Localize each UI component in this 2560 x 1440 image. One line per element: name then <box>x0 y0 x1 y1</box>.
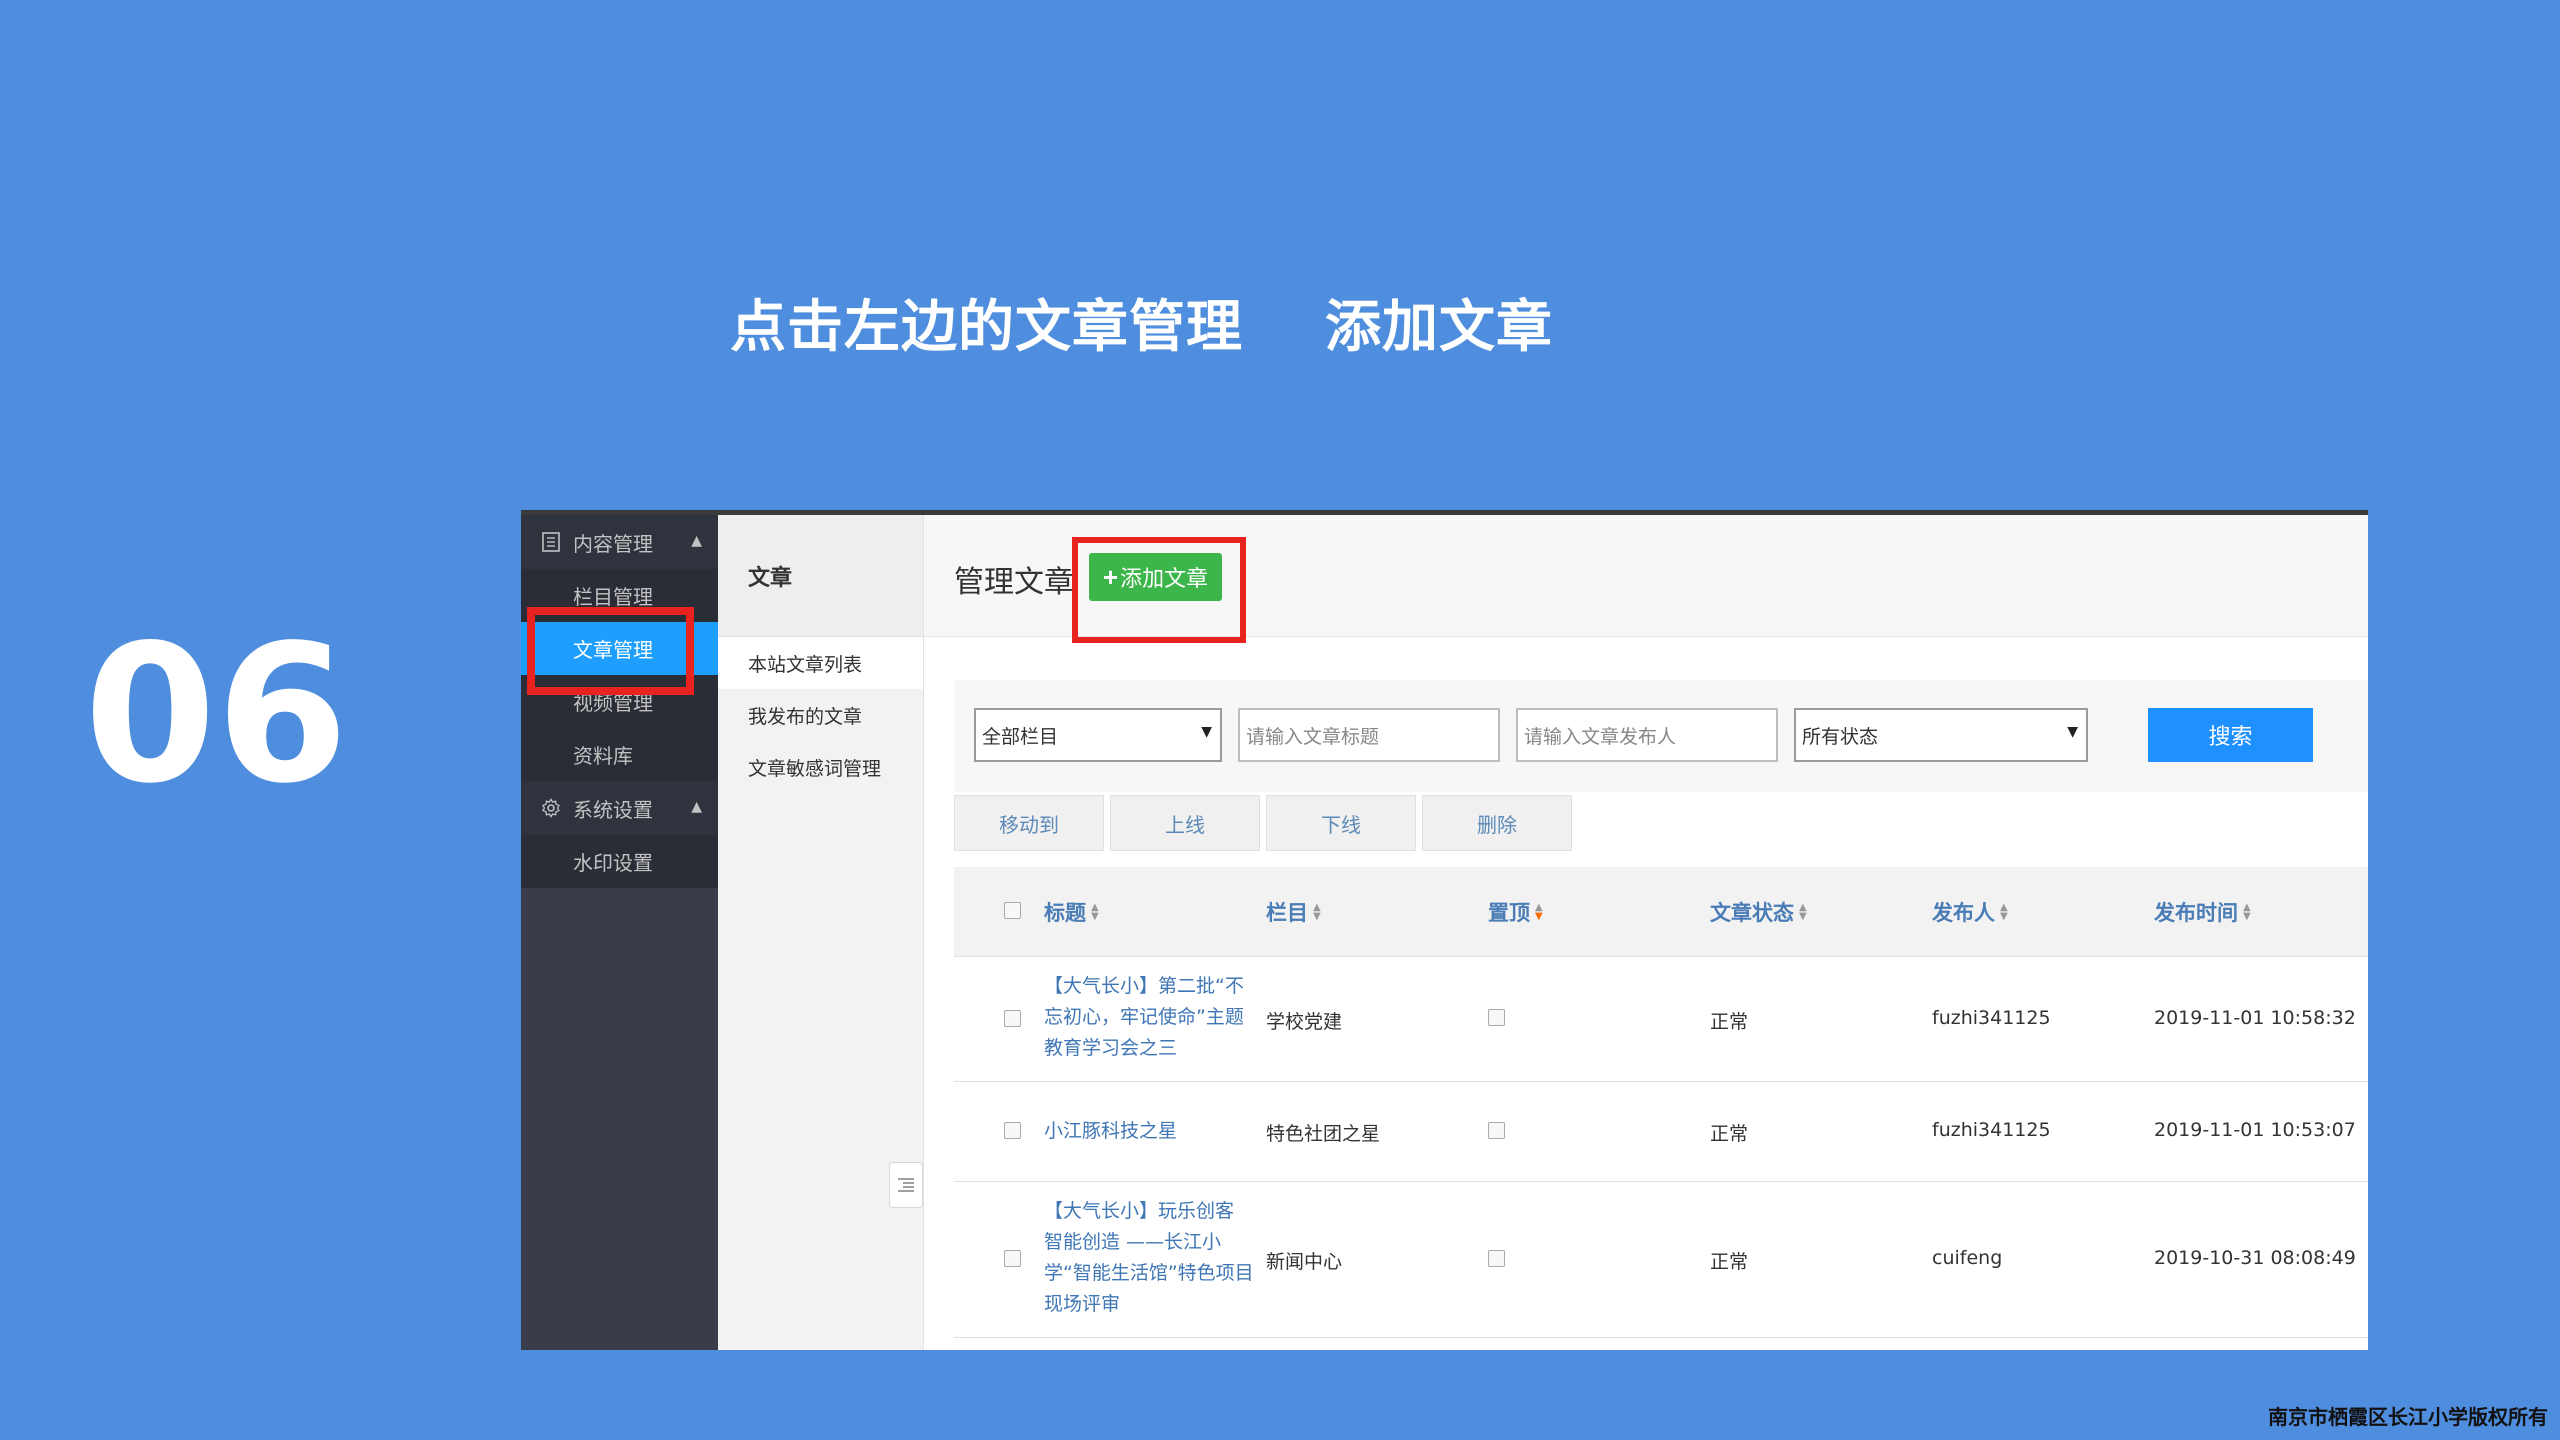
offline-button[interactable]: 下线 <box>1266 795 1416 851</box>
column-header-status[interactable]: 文章状态 ▲ ▼ <box>1710 897 1807 927</box>
category-select-value: 全部栏目 <box>982 725 1059 748</box>
article-title-link[interactable]: 小江豚科技之星 <box>1044 1116 1254 1147</box>
main-content: 管理文章 + 添加文章 全部栏目 ▼ 请输入文章标题 请输入文章发布人 所有状态… <box>924 515 2368 1350</box>
sidebar-item-library[interactable]: 资料库 <box>521 728 718 781</box>
sort-icon: ▲ ▼ <box>1313 902 1321 922</box>
sidebar-item-watermark[interactable]: 水印设置 <box>521 835 718 888</box>
sort-icon: ▲ ▼ <box>2243 902 2251 922</box>
gear-icon <box>541 798 561 818</box>
column-label: 栏目 <box>1266 901 1308 925</box>
status-select[interactable]: 所有状态 ▼ <box>1794 708 2088 762</box>
search-button[interactable]: 搜索 <box>2148 708 2313 762</box>
article-time: 2019-10-31 08:08:49 <box>2154 1247 2356 1269</box>
row-checkbox[interactable] <box>1004 1122 1021 1139</box>
pin-checkbox[interactable] <box>1488 1009 1505 1026</box>
row-checkbox[interactable] <box>1004 1250 1021 1267</box>
slide-number: 06 <box>84 604 349 825</box>
column-label: 发布时间 <box>2154 901 2238 925</box>
sidebar-group-label: 内容管理 <box>573 531 653 556</box>
table-row: 小江豚科技之星 特色社团之星 正常 fuzhi341125 2019-11-01… <box>954 1082 2368 1182</box>
subnav-item-my-articles[interactable]: 我发布的文章 <box>718 689 923 741</box>
caret-down-icon: ▼ <box>1201 724 1212 740</box>
filter-bar: 全部栏目 ▼ 请输入文章标题 请输入文章发布人 所有状态 ▼ 搜索 <box>954 680 2368 792</box>
column-header-pinned[interactable]: 置顶 ▲ ▼ <box>1488 897 1543 927</box>
highlight-box-add <box>1072 537 1246 643</box>
sort-icon: ▲ ▼ <box>2000 902 2008 922</box>
caret-down-icon: ▼ <box>2067 724 2078 740</box>
highlight-box-articles <box>527 607 694 695</box>
pin-checkbox[interactable] <box>1488 1122 1505 1139</box>
subnav-item-site-articles[interactable]: 本站文章列表 <box>718 637 923 689</box>
move-to-button[interactable]: 移动到 <box>954 795 1104 851</box>
screenshot-frame: 内容管理 ▲ 栏目管理 文章管理 视频管理 资料库 系统设置 ▲ 水印设置 文章… <box>521 510 2368 1350</box>
row-checkbox[interactable] <box>1004 1010 1021 1027</box>
column-label: 发布人 <box>1932 901 1995 925</box>
article-author: fuzhi341125 <box>1932 1007 2051 1029</box>
document-icon <box>541 532 561 552</box>
column-header-author[interactable]: 发布人 ▲ ▼ <box>1932 897 2008 927</box>
article-author: fuzhi341125 <box>1932 1119 2051 1141</box>
column-header-category[interactable]: 栏目 ▲ ▼ <box>1266 897 1321 927</box>
sort-icon: ▲ ▼ <box>1799 902 1807 922</box>
article-title-link[interactable]: 【大气长小】第二批“不忘初心，牢记使命”主题教育学习会之三 <box>1044 971 1254 1064</box>
delete-button[interactable]: 删除 <box>1422 795 1572 851</box>
table-header: 标题 ▲ ▼ 栏目 ▲ ▼ 置顶 ▲ ▼ 文章状态 ▲ ▼ 发布人 ▲ ▼ 发布时间 ▲ ▼ <box>954 867 2368 957</box>
article-category: 新闻中心 <box>1266 1251 1343 1273</box>
author-search-input[interactable]: 请输入文章发布人 <box>1516 708 1778 762</box>
sort-icon: ▲ ▼ <box>1535 902 1543 922</box>
chevron-up-icon: ▲ <box>691 799 702 815</box>
article-category: 特色社团之星 <box>1266 1123 1381 1145</box>
title-search-input[interactable]: 请输入文章标题 <box>1238 708 1500 762</box>
article-title-link[interactable]: 【大气长小】玩乐创客 智能创造 ——长江小学“智能生活馆”特色项目现场评审 <box>1044 1196 1254 1320</box>
subnav-header: 文章 <box>718 515 923 637</box>
article-status: 正常 <box>1710 1123 1749 1145</box>
chevron-up-icon: ▲ <box>691 533 702 549</box>
list-icon <box>898 1178 914 1192</box>
column-label: 置顶 <box>1488 901 1530 925</box>
sidebar-group-label: 系统设置 <box>573 797 653 822</box>
select-all-checkbox[interactable] <box>1004 902 1021 919</box>
article-time: 2019-11-01 10:53:07 <box>2154 1119 2356 1141</box>
article-time: 2019-11-01 10:58:32 <box>2154 1007 2356 1029</box>
sidebar-group-content[interactable]: 内容管理 ▲ <box>521 515 718 569</box>
table-row: 【大气长小】第二批“不忘初心，牢记使命”主题教育学习会之三 学校党建 正常 fu… <box>954 957 2368 1082</box>
column-header-time[interactable]: 发布时间 ▲ ▼ <box>2154 897 2251 927</box>
table-row: 【大气长小】玩乐创客 智能创造 ——长江小学“智能生活馆”特色项目现场评审 新闻… <box>954 1182 2368 1338</box>
online-button[interactable]: 上线 <box>1110 795 1260 851</box>
subnav-item-sensitive-words[interactable]: 文章敏感词管理 <box>718 741 923 793</box>
copyright-text: 南京市栖霞区长江小学版权所有 <box>2268 1405 2548 1429</box>
sort-icon: ▲ ▼ <box>1091 902 1099 922</box>
category-select[interactable]: 全部栏目 ▼ <box>974 708 1222 762</box>
list-collapse-button[interactable] <box>889 1162 923 1208</box>
column-header-title[interactable]: 标题 ▲ ▼ <box>1044 897 1099 927</box>
pin-checkbox[interactable] <box>1488 1250 1505 1267</box>
article-category: 学校党建 <box>1266 1011 1343 1033</box>
column-label: 标题 <box>1044 901 1086 925</box>
main-header: 管理文章 + 添加文章 <box>924 515 2368 643</box>
subnav: 文章 本站文章列表 我发布的文章 文章敏感词管理 <box>718 515 924 1350</box>
action-buttons: 移动到 上线 下线 删除 <box>954 795 1572 855</box>
article-author: cuifeng <box>1932 1247 2003 1269</box>
article-status: 正常 <box>1710 1251 1749 1273</box>
page-title: 管理文章 <box>954 565 1074 600</box>
sidebar-group-settings[interactable]: 系统设置 ▲ <box>521 781 718 835</box>
status-select-value: 所有状态 <box>1802 725 1879 748</box>
column-label: 文章状态 <box>1710 901 1794 925</box>
article-status: 正常 <box>1710 1011 1749 1033</box>
slide-title: 点击左边的文章管理 添加文章 <box>730 295 1553 360</box>
article-table: 标题 ▲ ▼ 栏目 ▲ ▼ 置顶 ▲ ▼ 文章状态 ▲ ▼ 发布人 ▲ ▼ 发布时间 ▲ ▼ 【大气长小… <box>954 867 2368 1338</box>
